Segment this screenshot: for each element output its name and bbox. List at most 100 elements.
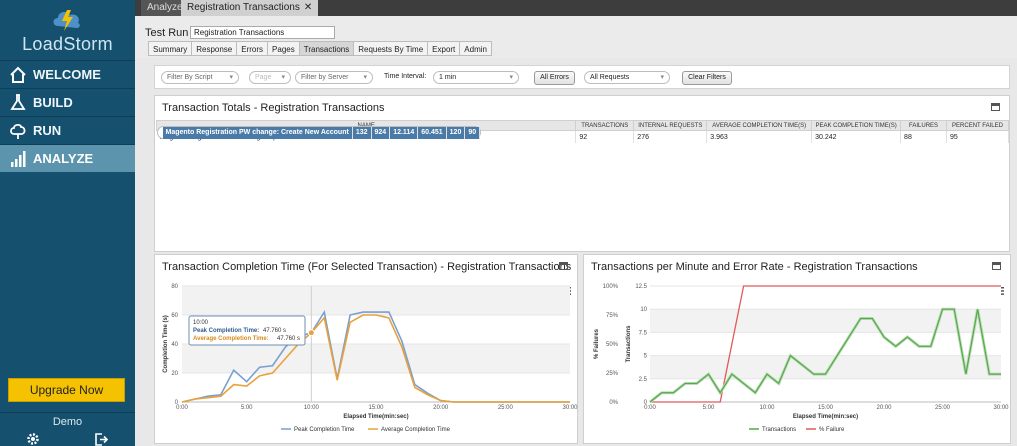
filter-bar: Filter By Script ▾ Page ▾ Filter by Server… (154, 65, 1010, 89)
tab-registration-transactions[interactable]: Registration Transactions ✕ (181, 0, 319, 16)
x-tick-label: 15:00 (818, 405, 834, 411)
subtab-response[interactable]: Response (191, 41, 237, 56)
x-tick-label: 0:00 (644, 405, 656, 411)
subtab-errors[interactable]: Errors (236, 41, 268, 56)
sidebar: LoadStorm WELCOME BUILD RUN ANALYZE Upgr… (0, 0, 135, 446)
home-icon (9, 66, 27, 84)
x-tick-label: 5:00 (703, 405, 715, 411)
subtab-transactions[interactable]: Transactions (298, 41, 354, 56)
transactions-per-minute-chart: 02.557.51012.50%25%50%75%100%0:00 5:00 10:… (594, 284, 1009, 433)
y-tick-label-right: 7.5 (639, 330, 648, 336)
y-tick-label-left: 0% (609, 400, 618, 406)
transaction-totals-panel: Transaction Totals - Registration Transa… (154, 95, 1010, 252)
test-run-header: Test Run Registration Transactions Summa… (135, 16, 1017, 58)
cloud-icon (9, 122, 27, 140)
plot-band (650, 286, 1001, 310)
upgrade-now-button[interactable]: Upgrade Now (8, 378, 125, 402)
legend-label: Peak Completion Time (294, 427, 355, 433)
subtab-export[interactable]: Export (427, 41, 460, 56)
chevron-down-icon: ▾ (660, 74, 664, 81)
subtab-summary[interactable]: Summary (148, 41, 192, 56)
subtab-pages[interactable]: Pages (267, 41, 299, 56)
plot-band (650, 378, 1001, 402)
sidebar-footer (0, 431, 135, 446)
plot-band (182, 373, 570, 402)
y-axis-label: Completion Time (s) (163, 315, 169, 373)
col-peak-completion[interactable]: PEAK COMPLETION TIME(S) (811, 120, 902, 131)
nav-label: ANALYZE (33, 151, 94, 166)
tooltip-avg-value: 47.760 s (277, 336, 300, 342)
logout-icon[interactable] (94, 432, 108, 446)
chevron-down-icon: ▾ (509, 74, 513, 81)
chevron-down-icon: ▾ (281, 74, 285, 81)
y-tick-label-right: 12.5 (635, 284, 647, 290)
subtab-requests-by-time[interactable]: Requests By Time (353, 41, 428, 56)
script-filter-select[interactable]: Filter By Script ▾ (161, 71, 239, 84)
tooltip-time: 10:00 (193, 320, 209, 326)
plot-band (650, 332, 1001, 356)
y-tick-label-left: 50% (606, 342, 619, 348)
y-tick-label-right: 10 (640, 307, 647, 313)
gear-icon[interactable] (26, 432, 40, 446)
nav-analyze[interactable]: ANALYZE (0, 144, 135, 172)
hover-marker (307, 329, 315, 337)
x-tick-label: 30:00 (562, 405, 578, 411)
col-internal-requests[interactable]: INTERNAL REQUESTS (633, 120, 708, 131)
y-tick-label-left: 100% (603, 284, 619, 290)
requests-select[interactable]: All Requests ▾ (584, 71, 670, 84)
flask-icon (9, 93, 27, 112)
y-axis-label-left: % Failures (594, 328, 600, 359)
y-tick-label: 60 (171, 313, 178, 319)
y-tick-label-left: 25% (606, 371, 619, 377)
bar-chart-icon (9, 150, 27, 168)
nav-run[interactable]: RUN (0, 116, 135, 144)
plot-band (650, 309, 1001, 333)
test-run-field[interactable]: Registration Transactions (190, 26, 335, 39)
x-tick-label: 10:00 (304, 405, 320, 411)
all-errors-button[interactable]: All Errors (534, 71, 575, 85)
x-tick-label: 20:00 (876, 405, 892, 411)
x-tick-label: 25:00 (498, 405, 514, 411)
logo[interactable]: LoadStorm (0, 0, 135, 60)
x-axis-label: Elapsed Time(min:sec) (343, 414, 408, 420)
x-tick-label: 30:00 (993, 405, 1009, 411)
logo-text: LoadStorm (22, 34, 113, 54)
clear-filters-button[interactable]: Clear Filters (682, 71, 732, 85)
subtabs: Summary Response Errors Pages Transactio… (148, 41, 492, 56)
tab-bar: Analyze Registration Transactions ✕ (135, 0, 1017, 16)
x-tick-label: 25:00 (935, 405, 951, 411)
subtab-admin[interactable]: Admin (459, 41, 492, 56)
col-transactions[interactable]: TRANSACTIONS (575, 120, 635, 131)
storm-cloud-icon (53, 10, 80, 31)
col-failures[interactable]: FAILURES (900, 120, 948, 131)
col-percent-failed[interactable]: PERCENT FAILED (946, 120, 1009, 131)
legend-label: Transactions (762, 427, 796, 433)
x-tick-label: 15:00 (368, 405, 384, 411)
server-filter-select[interactable]: Filter by Server ▾ (295, 71, 373, 84)
y-tick-label: 20 (171, 371, 178, 377)
y-axis-label-right: Transactions (626, 325, 632, 363)
interval-select[interactable]: 1 min ▾ (433, 71, 519, 84)
chevron-down-icon: ▾ (229, 74, 233, 81)
maximize-icon[interactable] (991, 103, 1000, 111)
y-tick-label-left: 75% (606, 313, 619, 319)
x-tick-label: 10:00 (759, 405, 775, 411)
y-tick-label: 80 (171, 284, 178, 290)
nav-welcome[interactable]: WELCOME (0, 60, 135, 88)
plot-band (182, 286, 570, 315)
tooltip-avg-label: Average Completion Time: (193, 336, 269, 342)
completion-time-chart: 0204060800:00 5:00 10:00 15:00 20:00 25:00 30:… (163, 284, 578, 433)
x-tick-label: 5:00 (241, 405, 253, 411)
transactions-per-minute-panel: Transactions per Minute and Error Rate -… (583, 254, 1011, 444)
legend-label: Average Completion Time (381, 427, 451, 433)
table-row[interactable]: Magento Registration PW change: Create N… (156, 125, 482, 139)
y-tick-label-right: 2.5 (639, 377, 648, 383)
nav-build[interactable]: BUILD (0, 88, 135, 116)
user-name: Demo (0, 412, 135, 428)
plot-band (182, 344, 570, 373)
close-icon[interactable]: ✕ (304, 2, 312, 13)
interval-label: Time Interval: (384, 73, 427, 80)
page-filter-select[interactable]: Page ▾ (249, 71, 291, 84)
col-avg-completion[interactable]: AVERAGE COMPLETION TIME(S) (706, 120, 813, 131)
test-run-label: Test Run (145, 27, 189, 39)
